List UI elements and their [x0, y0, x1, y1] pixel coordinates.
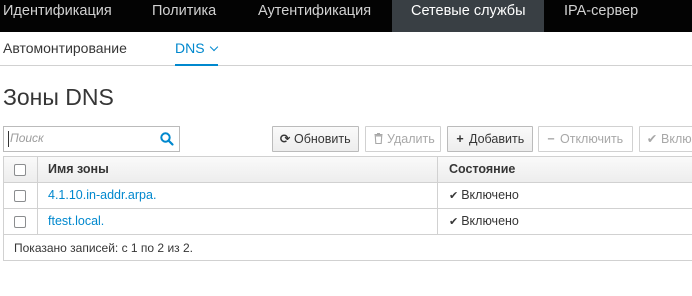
zone-state: Включено [461, 188, 519, 202]
sub-nav: Автомонтирование DNS [0, 32, 692, 66]
refresh-button[interactable]: ⟳ Обновить [272, 126, 359, 152]
minus-icon: − [547, 132, 555, 146]
select-all-cell [4, 157, 38, 182]
row-select-cell [4, 183, 38, 208]
search-input[interactable] [4, 127, 156, 149]
zone-state-cell: ✔ Включено [439, 183, 692, 208]
check-icon: ✔ [646, 132, 658, 146]
row-checkbox[interactable] [14, 190, 26, 202]
page-title: Зоны DNS [3, 84, 114, 110]
table-row: 4.1.10.in-addr.arpa. ✔ Включено [4, 183, 692, 209]
top-nav: Идентификация Политика Аутентификация Се… [0, 0, 692, 32]
refresh-icon: ⟳ [279, 132, 291, 146]
check-icon: ✔ [449, 190, 459, 202]
disable-button-label: Отключить [560, 132, 624, 146]
add-button[interactable]: + Добавить [447, 126, 533, 152]
chevron-down-icon [209, 42, 218, 52]
zone-name-cell: 4.1.10.in-addr.arpa. [38, 183, 438, 208]
table-row: ftest.local. ✔ Включено [4, 209, 692, 235]
text-cursor [8, 131, 9, 147]
sub-nav-automount[interactable]: Автомонтирование [3, 32, 127, 65]
top-nav-network-services[interactable]: Сетевые службы [392, 0, 544, 32]
row-select-cell [4, 209, 38, 234]
sub-nav-dns-label: DNS [175, 40, 205, 56]
refresh-button-label: Обновить [294, 132, 351, 146]
zone-state-cell: ✔ Включено [439, 209, 692, 234]
zone-name-cell: ftest.local. [38, 209, 438, 234]
top-nav-identity[interactable]: Идентификация [3, 0, 143, 32]
top-nav-authentication[interactable]: Аутентификация [258, 0, 383, 32]
plus-icon: + [456, 132, 464, 146]
sub-nav-dns[interactable]: DNS [175, 32, 218, 66]
zone-link[interactable]: 4.1.10.in-addr.arpa. [48, 188, 156, 202]
row-checkbox[interactable] [14, 216, 26, 228]
zones-table: Имя зоны Состояние 4.1.10.in-addr.arpa. … [3, 156, 692, 261]
top-nav-policy[interactable]: Политика [152, 0, 242, 32]
check-icon: ✔ [449, 216, 459, 228]
delete-button[interactable]: Удалить [365, 126, 441, 152]
zone-state: Включено [461, 214, 519, 228]
search-icon[interactable] [159, 131, 175, 147]
zone-link[interactable]: ftest.local. [48, 214, 104, 228]
column-header-state[interactable]: Состояние [439, 157, 692, 182]
disable-button[interactable]: − Отключить [538, 126, 633, 152]
add-button-label: Добавить [469, 132, 525, 146]
enable-button-label: Вклю [661, 132, 692, 146]
table-footer: Показано записей: с 1 по 2 из 2. [14, 241, 193, 255]
search-box [3, 126, 180, 152]
top-nav-ipa-server[interactable]: IPA-сервер [564, 0, 674, 32]
select-all-checkbox[interactable] [14, 164, 26, 176]
enable-button[interactable]: ✔ Вклю [639, 126, 692, 152]
delete-button-label: Удалить [387, 132, 435, 146]
trash-icon [372, 127, 384, 151]
table-header: Имя зоны Состояние [4, 157, 692, 183]
column-header-zone-name[interactable]: Имя зоны [38, 157, 438, 182]
